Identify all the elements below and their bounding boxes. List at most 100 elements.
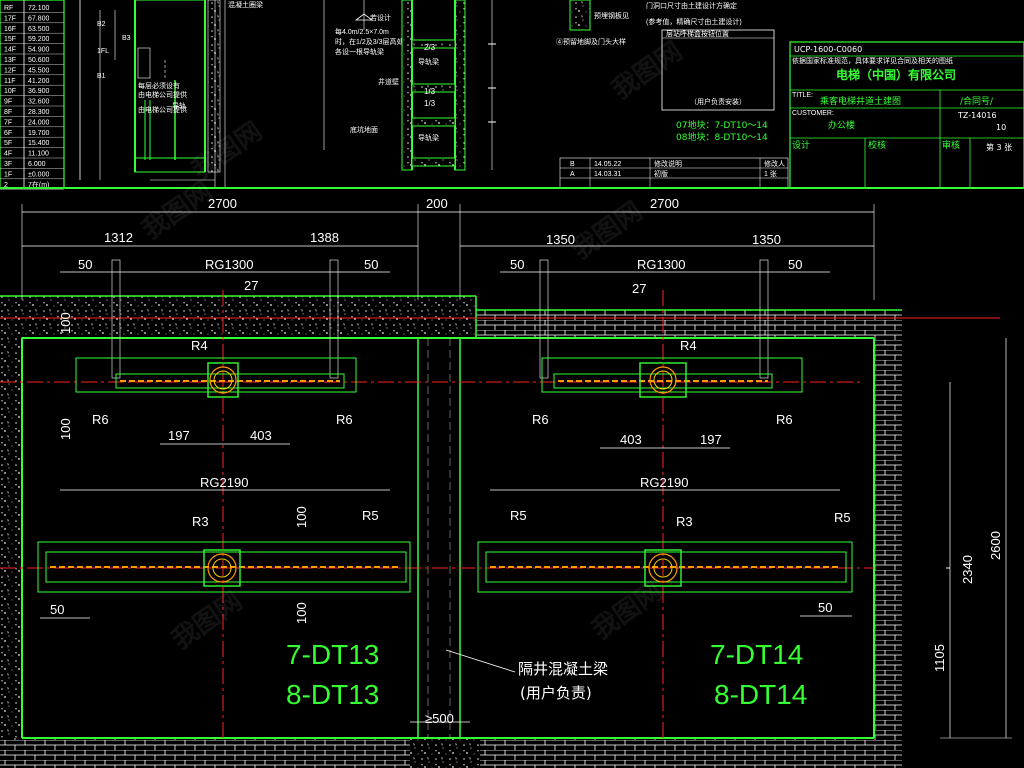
svg-text:我图网: 我图网 <box>187 116 268 185</box>
side-note-1: 预埋钢板见 <box>594 11 629 20</box>
dim-r-rg1300: RG1300 <box>637 257 685 272</box>
frac-1-3-a: 1/3 <box>424 87 436 96</box>
floor-name: 9F <box>4 99 12 106</box>
top-strip: RF 72.100 17F 67.800 16F 63.500 15F 59.200 14F 54… <box>0 0 1024 190</box>
svg-text:我图网: 我图网 <box>567 196 648 265</box>
dim-r-27: 27 <box>632 281 646 296</box>
floor-level: 72.100 <box>28 5 50 12</box>
doc-number: UCP-1600-C0060 <box>794 45 862 54</box>
left-cw-rail-assembly: 50 RG1300 50 27 R4 R6 R6 197 403 100 100 <box>58 257 390 445</box>
svg-text:我图网: 我图网 <box>167 586 248 655</box>
bottom-wall-mid <box>410 738 480 768</box>
floor-level: 24.000 <box>28 119 50 126</box>
rev-desc: 修改说明 <box>654 159 682 168</box>
dim-left-a: 1312 <box>104 230 133 245</box>
dim-r-403: 403 <box>620 432 642 447</box>
dim-right-width: 2700 <box>650 196 679 211</box>
shaft-wall-label: 井道壁 <box>378 77 399 86</box>
drawing-title: 乘客电梯井道土建图 <box>820 95 901 107</box>
b1-label: B1 <box>97 73 106 80</box>
rail-beam-label-1: 导轨梁 <box>418 57 439 66</box>
left-shaft-label-2: 8-DT13 <box>286 679 379 710</box>
rev-date: 14.05.22 <box>594 161 621 168</box>
floor-name: 16F <box>4 26 16 33</box>
frac-1-3-b: 1/3 <box>424 99 436 108</box>
note-supplier-1: 由电梯公司提供 <box>138 90 187 99</box>
dim-l-rg2190: RG2190 <box>200 475 248 490</box>
floor-name: RF <box>4 5 13 12</box>
floor-name: 8F <box>4 109 12 116</box>
dim-r-50-a: 50 <box>510 257 524 272</box>
label-r4-left: R4 <box>191 338 208 353</box>
box-label-2: （用户负责安装） <box>690 97 746 106</box>
floor-level: 15.400 <box>28 140 50 147</box>
dim-r-50-b: 50 <box>788 257 802 272</box>
floor-name: 17F <box>4 15 16 22</box>
floor-level: 19.700 <box>28 130 50 137</box>
dim-l-50-car: 50 <box>50 602 64 617</box>
approve-label: 审核 <box>942 139 960 151</box>
label-r6-left-b: R6 <box>336 412 353 427</box>
side-note-3: (参考值，精确尺寸由土建设计) <box>646 17 742 26</box>
note-floor: 每层必须设有 <box>138 81 180 90</box>
dim-l-50-b: 50 <box>364 257 378 272</box>
right-shaft-label-1: 7-DT14 <box>710 639 803 670</box>
floor-name: 7F <box>4 119 12 126</box>
rev-by: 1 张 <box>764 169 777 178</box>
floor-level: 32.600 <box>28 99 50 106</box>
floor-level: 50.600 <box>28 57 50 64</box>
right-cw-rail-assembly: 50 RG1300 50 27 R4 R6 R6 403 197 <box>500 257 830 449</box>
floor-name: 15F <box>4 36 16 43</box>
rev-by: 修改人 <box>764 159 785 168</box>
floor-level: 6.000 <box>28 161 46 168</box>
dim-right-b: 1350 <box>752 232 781 247</box>
bottom-wall-left <box>0 738 410 768</box>
floor-level: 36.900 <box>28 88 50 95</box>
dim-l-100-top: 100 <box>58 312 73 334</box>
fl-label: 1FL <box>97 48 109 55</box>
top-note: 若设计 <box>370 13 391 22</box>
floor-level: 41.200 <box>28 78 50 85</box>
scale-value: 10 <box>996 123 1006 132</box>
floor-level: ±0.000 <box>28 171 49 178</box>
floor-name: 6F <box>4 130 12 137</box>
box-label-1: 层站呼梯盒按钮位置 <box>666 29 729 38</box>
dim-l-100-bottom: 100 <box>58 418 73 440</box>
right-car-rail-assembly: RG2190 R3 R5 R5 50 <box>477 475 853 617</box>
floor-level: 67.800 <box>28 15 50 22</box>
shaft-plan: 2700 200 2700 1312 1388 1350 1350 50 RG1… <box>0 196 1012 768</box>
contract-number: TZ-14016 <box>957 111 997 120</box>
floor-level-table: RF 72.100 17F 67.800 16F 63.500 15F 59.200 14F 54… <box>0 0 65 190</box>
right-shaft-label-2: 8-DT14 <box>714 679 807 710</box>
side-note-2: 门洞口尺寸由土建设计方确定 <box>646 1 737 10</box>
beam-note-line-1: 隔井混凝土梁 <box>518 660 608 678</box>
frac-2-3: 2/3 <box>424 43 436 52</box>
right-wall <box>874 338 902 738</box>
vertical-dimensions: 2340 2600 1105 <box>932 338 1012 739</box>
floor-level: 45.500 <box>28 67 50 74</box>
label-r5-right-a: R5 <box>510 508 527 523</box>
revision-table: B 14.05.22 修改说明 修改人 A 14.03.31 初版 1 张 <box>559 157 789 189</box>
sheet-number: 第 3 张 <box>986 142 1012 152</box>
floor-name: 4F <box>4 151 12 158</box>
beam-label: 混凝土圈梁 <box>228 0 263 9</box>
check-label: 校核 <box>868 139 886 151</box>
rev-date: 14.03.31 <box>594 171 621 178</box>
dim-left-b: 1388 <box>310 230 339 245</box>
label-r4-right: R4 <box>680 338 697 353</box>
rev-id: B <box>570 161 575 168</box>
svg-text:我图网: 我图网 <box>137 176 218 245</box>
design-label: 设计 <box>792 139 810 151</box>
label-r6-left-a: R6 <box>92 412 109 427</box>
customer-name: 办公楼 <box>828 119 855 131</box>
floor-name: 3F <box>4 161 12 168</box>
svg-text:我图网: 我图网 <box>607 36 688 105</box>
label-r5-left: R5 <box>362 508 379 523</box>
svg-text:我图网: 我图网 <box>587 576 668 645</box>
dim-l-100-car-bottom: 100 <box>294 602 309 624</box>
remarks-line: 依据国家标准规范，具体要求详见合同及相关的图纸 <box>792 56 953 65</box>
b3-label: B3 <box>122 35 131 42</box>
contract-label: /合同号/ <box>960 95 994 107</box>
floor-level: 28.300 <box>28 109 50 116</box>
block-ref-line-2: 08地块：8-DT10～14 <box>676 131 768 143</box>
